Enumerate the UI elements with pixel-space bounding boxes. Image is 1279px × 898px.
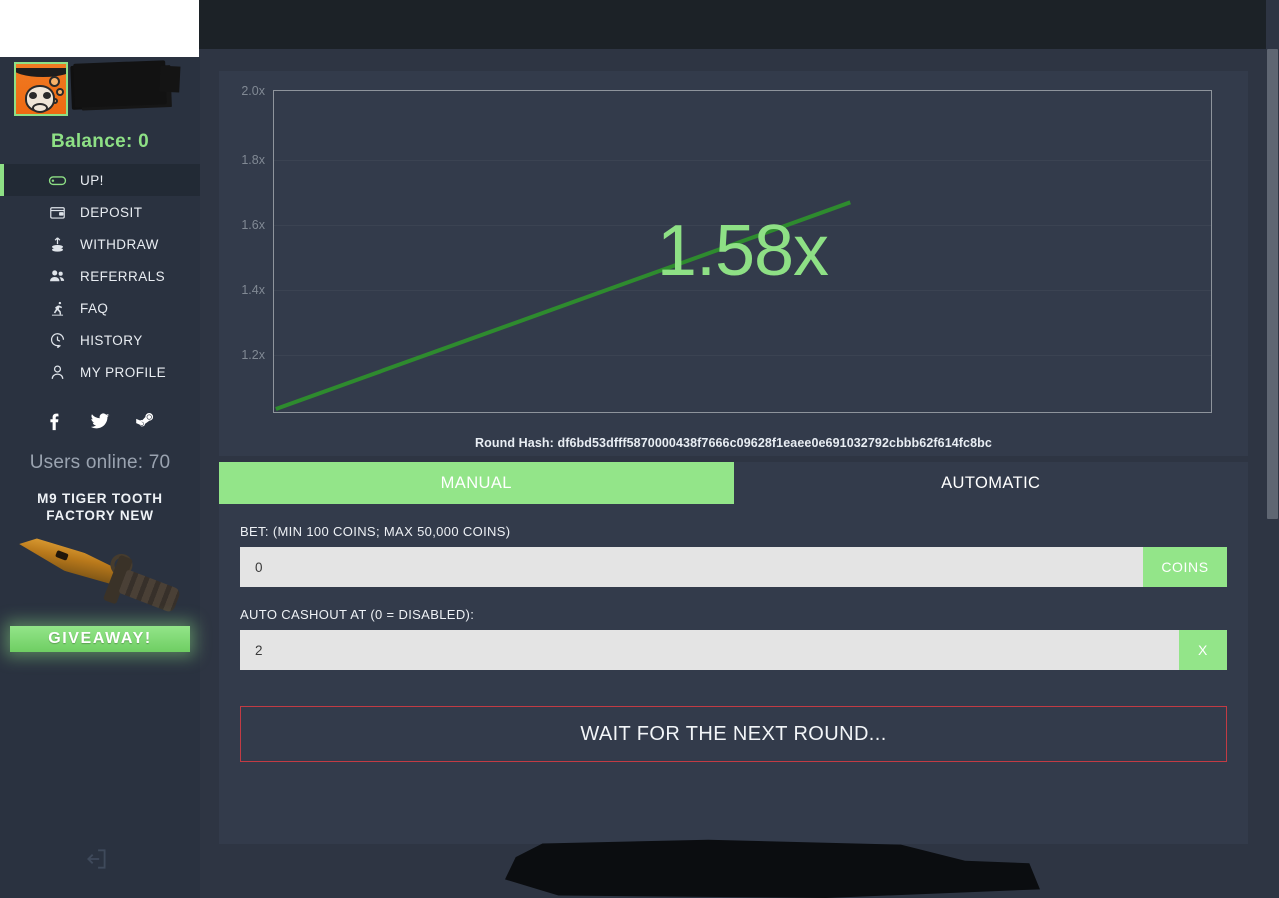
chart-panel: 2.0x 1.8x 1.6x 1.4x 1.2x 1.58x <box>219 71 1248 456</box>
y-tick: 1.8x <box>241 153 265 167</box>
round-hash: Round Hash: df6bd53dfff5870000438f7666c0… <box>219 436 1248 450</box>
bet-label: BET: (MIN 100 COINS; MAX 50,000 COINS) <box>240 524 1227 539</box>
tab-automatic[interactable]: AUTOMATIC <box>734 462 1249 504</box>
y-tick: 1.6x <box>241 218 265 232</box>
withdraw-icon <box>48 235 67 254</box>
giveaway-title-line1: M9 TIGER TOOTH <box>0 490 200 507</box>
knife-image <box>0 526 200 626</box>
sidebar-item-my-profile[interactable]: MY PROFILE <box>0 356 200 388</box>
social-links <box>44 410 156 432</box>
wait-for-next-round-button[interactable]: WAIT FOR THE NEXT ROUND... <box>240 706 1227 762</box>
logout-icon[interactable] <box>82 846 112 872</box>
y-tick: 1.4x <box>241 283 265 297</box>
balance-label: Balance: 0 <box>51 131 149 153</box>
person-icon <box>48 363 67 382</box>
giveaway-button[interactable]: GIVEAWAY! <box>10 626 190 652</box>
y-tick: 2.0x <box>241 84 265 98</box>
question-icon <box>48 299 67 318</box>
top-left-white-block <box>0 0 199 57</box>
sidebar-item-label: WITHDRAW <box>80 237 159 252</box>
bet-input[interactable] <box>240 547 1143 587</box>
username-redaction <box>73 60 167 107</box>
top-header-bar <box>199 0 1279 49</box>
sidebar-item-withdraw[interactable]: WITHDRAW <box>0 228 200 260</box>
sidebar-item-label: REFERRALS <box>80 269 165 284</box>
auto-cashout-label: AUTO CASHOUT AT (0 = DISABLED): <box>240 607 1227 622</box>
welcome-block: Welcome <box>78 62 145 81</box>
chart-y-axis: 2.0x 1.8x 1.6x 1.4x 1.2x <box>233 83 269 413</box>
sidebar-item-label: DEPOSIT <box>80 205 142 220</box>
sidebar-item-deposit[interactable]: DEPOSIT <box>0 196 200 228</box>
sidebar: Welcome Balance: 0 UP! <box>0 57 200 898</box>
multiplier-value: 1.58x <box>274 215 1211 287</box>
app-root: Welcome Balance: 0 UP! <box>0 0 1279 898</box>
sidebar-item-history[interactable]: HISTORY <box>0 324 200 356</box>
avatar[interactable] <box>14 62 68 116</box>
bet-input-row: COINS <box>240 547 1227 587</box>
twitter-icon[interactable] <box>89 410 111 432</box>
auto-cashout-input[interactable] <box>240 630 1179 670</box>
sidebar-item-referrals[interactable]: REFERRALS <box>0 260 200 292</box>
clock-icon <box>48 331 67 350</box>
sidebar-item-faq[interactable]: FAQ <box>0 292 200 324</box>
users-icon <box>48 267 67 286</box>
scrollbar-thumb[interactable] <box>1267 49 1278 519</box>
chart-plot-area: 1.58x <box>273 90 1212 413</box>
auto-cashout-x-button[interactable]: X <box>1179 630 1227 670</box>
sidebar-nav: UP! DEPOSIT <box>0 164 200 388</box>
gamepad-icon <box>48 171 67 190</box>
main-content: 2.0x 1.8x 1.6x 1.4x 1.2x 1.58x <box>200 49 1267 898</box>
steam-icon[interactable] <box>134 410 156 432</box>
bet-field-block: BET: (MIN 100 COINS; MAX 50,000 COINS) C… <box>219 524 1248 670</box>
wallet-icon <box>48 203 67 222</box>
y-tick: 1.2x <box>241 348 265 362</box>
bet-mode-tabs: MANUAL AUTOMATIC <box>219 462 1248 504</box>
sidebar-item-label: MY PROFILE <box>80 365 166 380</box>
profile-row: Welcome <box>0 57 200 127</box>
sidebar-item-label: FAQ <box>80 301 108 316</box>
facebook-icon[interactable] <box>44 410 66 432</box>
bet-panel: MANUAL AUTOMATIC BET: (MIN 100 COINS; MA… <box>219 462 1248 844</box>
tab-manual[interactable]: MANUAL <box>219 462 734 504</box>
giveaway-banner[interactable]: M9 TIGER TOOTH FACTORY NEW GIVEAWAY! <box>0 490 200 652</box>
sidebar-item-label: UP! <box>80 173 104 188</box>
users-online-label: Users online: 70 <box>30 452 171 474</box>
page-scrollbar[interactable] <box>1266 0 1279 898</box>
auto-cashout-input-row: X <box>240 630 1227 670</box>
sidebar-item-label: HISTORY <box>80 333 143 348</box>
crash-chart: 2.0x 1.8x 1.6x 1.4x 1.2x 1.58x <box>233 83 1230 423</box>
sidebar-item-up[interactable]: UP! <box>0 164 200 196</box>
bet-coins-button[interactable]: COINS <box>1143 547 1227 587</box>
